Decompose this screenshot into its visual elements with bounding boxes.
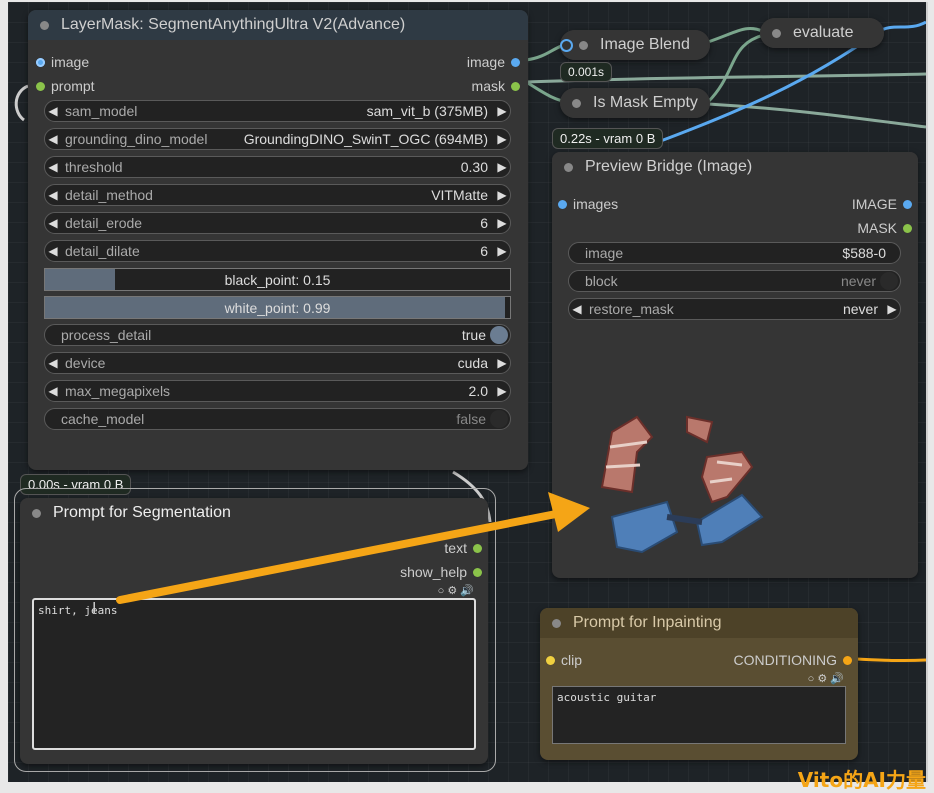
watermark: Vito的AI力量 [797,768,926,792]
node-canvas[interactable]: LayerMask: SegmentAnythingUltra V2(Advan… [8,2,928,782]
annotation-arrow [116,492,590,604]
text-cursor-icon: I [92,600,97,617]
